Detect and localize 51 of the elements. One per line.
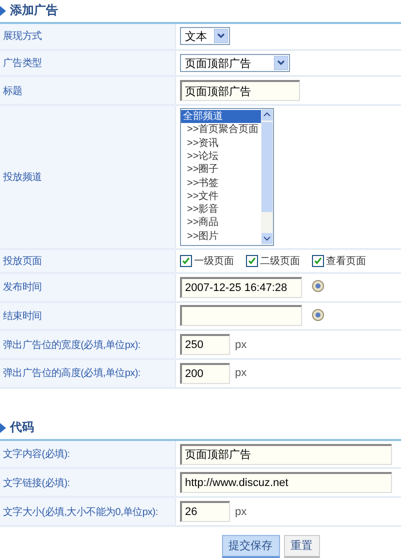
list-option[interactable]: >>文件: [181, 190, 261, 204]
caret-icon: [214, 29, 228, 44]
input-field[interactable]: 页面顶部广告: [180, 444, 392, 465]
field-label: 广告类型: [0, 50, 176, 76]
checkbox[interactable]: [180, 254, 192, 267]
channel-listbox[interactable]: 全部频道 >>首页聚合页面 >>资讯 >>论坛 >>圈子 >>书签 >>文件 >>影音 >>商品 >>图片: [180, 108, 274, 246]
list-option[interactable]: >>论坛: [181, 150, 261, 164]
checkbox-label: 一级页面: [194, 254, 234, 268]
dropdown[interactable]: 文本: [180, 27, 230, 46]
checkbox-label: 二级页面: [260, 254, 300, 268]
list-option[interactable]: >>图片: [181, 230, 261, 244]
field-label: 投放页面: [0, 250, 176, 272]
bullet-icon: [0, 422, 6, 433]
unit-label: px: [235, 367, 247, 380]
field-label: 文字大小(必填,大小不能为0,单位px):: [0, 498, 176, 525]
list-option[interactable]: >>影音: [181, 203, 261, 216]
bullet-icon: [0, 6, 6, 16]
list-option[interactable]: >>圈子: [181, 163, 261, 177]
scrollbar[interactable]: [261, 109, 273, 246]
input-field[interactable]: http://www.discuz.net: [180, 472, 392, 494]
section-title: 代码: [10, 419, 34, 436]
unit-label: px: [235, 506, 247, 518]
checkbox-label: 查看页面: [326, 254, 366, 268]
input-field[interactable]: 26: [180, 501, 230, 522]
dropdown[interactable]: 页面顶部广告: [180, 54, 290, 72]
reset-button[interactable]: 重置: [284, 534, 320, 558]
input-field[interactable]: 200: [180, 362, 230, 384]
field-label: 标题: [0, 77, 176, 104]
field-label: 投放频道: [0, 106, 176, 248]
date-field[interactable]: 2007-12-25 16:47:28: [180, 276, 302, 298]
field-label: 展现方式: [0, 24, 176, 49]
date-field[interactable]: [180, 305, 302, 326]
field-label: 文字链接(必填):: [0, 469, 176, 496]
list-option[interactable]: 全部频道: [181, 110, 261, 124]
field-label: 弹出广告位的宽度(必填,单位px):: [0, 331, 176, 358]
list-option[interactable]: >>首页聚合页面: [181, 123, 261, 137]
submit-button[interactable]: 提交保存: [222, 534, 280, 558]
list-option[interactable]: >>书签: [181, 176, 261, 190]
field-label: 弹出广告位的高度(必填,单位px):: [0, 360, 176, 387]
input-field[interactable]: 页面顶部广告: [180, 80, 300, 102]
caret-icon: [274, 56, 288, 70]
list-option[interactable]: >>商品: [181, 216, 261, 230]
input-field[interactable]: 250: [180, 334, 230, 356]
field-label: 结束时间: [0, 302, 176, 330]
checkbox[interactable]: [312, 254, 324, 267]
unit-label: px: [235, 338, 247, 351]
section-title: 添加广告: [10, 2, 58, 20]
list-option[interactable]: >>资讯: [181, 136, 261, 150]
field-label: 文字内容(必填):: [0, 440, 176, 468]
checkbox[interactable]: [246, 254, 258, 267]
field-label: 发布时间: [0, 274, 176, 301]
